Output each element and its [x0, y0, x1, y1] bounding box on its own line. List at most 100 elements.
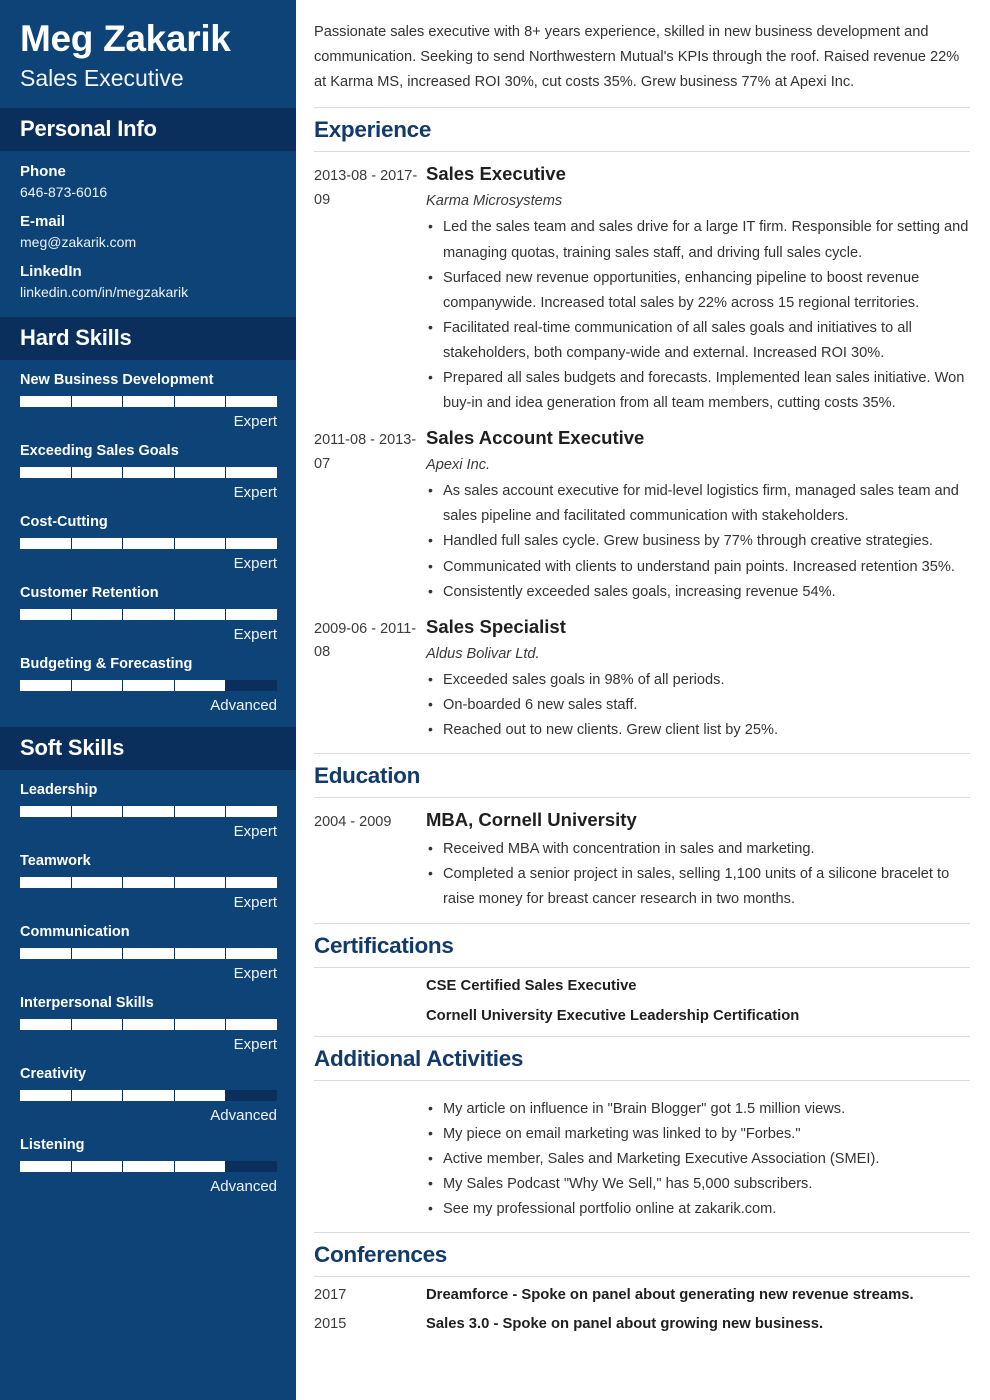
skill-level-label: Expert: [233, 555, 277, 573]
skill-bar-segment: [226, 1161, 277, 1173]
skill-bar-segment: [174, 1019, 226, 1031]
bullet-item: Handled full sales cycle. Grew business …: [426, 528, 970, 554]
bullet-item: Reached out to new clients. Grew client …: [426, 717, 970, 743]
skill-bar-segment: [174, 467, 226, 479]
skill-bar-segment: [226, 1090, 277, 1102]
skill-bar-segment: [174, 948, 226, 960]
contact-value[interactable]: 646-873-6016: [20, 184, 276, 200]
skill-item: Customer Retention Expert: [20, 585, 277, 643]
skill-name: Budgeting & Forecasting: [20, 656, 193, 673]
skill-bar-segment: [20, 538, 71, 550]
bullet-item: Facilitated real-time communication of a…: [426, 315, 970, 366]
skill-bar-segment: [174, 877, 226, 889]
entry-dates: 2009-06 - 2011-08: [314, 620, 417, 661]
entry-title: Sales Specialist: [426, 615, 566, 637]
certifications-section: Certifications CSE Certified Sales Execu…: [314, 922, 970, 1036]
skill-item: Interpersonal Skills Expert: [20, 995, 277, 1054]
job-title: Sales Executive: [20, 65, 184, 92]
additional-activities-section: Additional Activities My article on infl…: [314, 1035, 970, 1232]
skill-bar-segment: [174, 538, 226, 550]
entry-bullet-list: Received MBA with concentration in sales…: [426, 836, 970, 912]
skill-item: Creativity Advanced: [20, 1066, 277, 1125]
skill-level-bar: [20, 1161, 277, 1173]
skill-level-label: Expert: [233, 1036, 277, 1054]
experience-heading: Experience: [314, 108, 970, 153]
experience-entries: 2013-08 - 2017-09 Sales Executive Karma Mi…: [314, 152, 970, 753]
experience-section: Experience 2013-08 - 2017-09 Sales Execut…: [314, 107, 970, 753]
soft-skills-band: Soft Skills: [0, 727, 296, 771]
entry-title: MBA, Cornell University: [426, 809, 637, 831]
bullet-item: Exceeded sales goals in 98% of all perio…: [426, 667, 970, 693]
skill-bar-segment: [20, 1161, 71, 1173]
skill-bar-segment: [20, 1090, 71, 1102]
bullet-item: On-boarded 6 new sales staff.: [426, 692, 970, 718]
education-entries: 2004 - 2009 MBA, Cornell University Receiv…: [314, 798, 970, 922]
skill-name: Cost-Cutting: [20, 514, 108, 531]
resume-entry: 2004 - 2009 MBA, Cornell University Receiv…: [314, 808, 970, 912]
bullet-item: Completed a senior project in sales, sel…: [426, 861, 970, 912]
skill-bar-segment: [226, 1019, 277, 1031]
skill-bar-segment: [20, 680, 71, 692]
skill-bar-segment: [123, 877, 174, 889]
conference-description: Dreamforce - Spoke on panel about genera…: [426, 1287, 914, 1304]
bullet-item: Consistently exceeded sales goals, incre…: [426, 579, 970, 605]
bullet-item: My piece on email marketing was linked t…: [426, 1121, 970, 1147]
skill-bar-segment: [226, 538, 277, 550]
skill-bar-segment: [226, 680, 277, 692]
skill-bar-segment: [226, 948, 277, 960]
skill-bar-segment: [71, 948, 123, 960]
contact-item: Phone 646-873-6016: [20, 163, 276, 200]
bullet-item: My article on influence in "Brain Blogge…: [426, 1096, 970, 1122]
entry-dates-spacer: [314, 1091, 426, 1222]
skill-bar-segment: [174, 1090, 226, 1102]
skill-name: Leadership: [20, 782, 98, 799]
skill-name: New Business Development: [20, 372, 214, 389]
skill-bar-segment: [226, 877, 277, 889]
entry-body: Sales Account Executive Apexi Inc. As sale…: [426, 426, 970, 605]
page-title: Meg Zakarik: [20, 18, 231, 59]
skill-bar-segment: [123, 680, 174, 692]
entry-organization: Karma Microsystems: [426, 193, 563, 210]
main-content: Passionate sales executive with 8+ years…: [296, 0, 990, 1400]
skill-name: Teamwork: [20, 853, 91, 870]
skill-bar-segment: [123, 1019, 174, 1031]
skill-name: Listening: [20, 1137, 85, 1154]
skill-bar-segment: [20, 877, 71, 889]
skill-bar-segment: [20, 609, 71, 621]
entry-body: CSE Certified Sales Executive Cornell Uni…: [426, 978, 970, 1026]
skill-level-label: Advanced: [210, 1107, 277, 1125]
bullet-item: Received MBA with concentration in sales…: [426, 836, 970, 862]
entry-bullet-list: As sales account executive for mid-level…: [426, 478, 970, 605]
skill-name: Communication: [20, 924, 130, 941]
skill-bar-segment: [71, 877, 123, 889]
contact-value[interactable]: meg@zakarik.com: [20, 234, 276, 250]
skill-bar-segment: [123, 609, 174, 621]
resume-entry: 2009-06 - 2011-08 Sales Specialist Aldus B…: [314, 615, 970, 743]
personal-info-list: Phone 646-873-6016 E-mail meg@zakarik.com Li…: [0, 151, 296, 317]
skill-level-label: Expert: [233, 484, 277, 502]
certification-item: CSE Certified Sales Executive: [426, 977, 637, 994]
contact-value[interactable]: linkedin.com/in/megzakarik: [20, 284, 276, 300]
skill-bar-segment: [71, 680, 123, 692]
skill-level-label: Expert: [233, 965, 277, 983]
skill-level-bar: [20, 806, 277, 818]
skill-level-bar: [20, 680, 277, 692]
activities-bullet-list: My article on influence in "Brain Blogge…: [426, 1096, 970, 1222]
contact-item: E-mail meg@zakarik.com: [20, 213, 276, 250]
skill-level-label: Expert: [233, 823, 277, 841]
skill-level-label: Expert: [233, 413, 277, 431]
soft-skills-list: Leadership Expert Teamwork Expert Communicat…: [0, 770, 296, 1195]
skill-level-bar: [20, 538, 277, 550]
conference-row: 2017 Dreamforce - Spoke on panel about ge…: [314, 1287, 970, 1303]
resume-entry: My article on influence in "Brain Blogge…: [314, 1091, 970, 1222]
skill-bar-segment: [71, 806, 123, 818]
skill-item: Listening Advanced: [20, 1137, 277, 1195]
resume-entry: CSE Certified Sales Executive Cornell Uni…: [314, 978, 970, 1026]
certifications-list: CSE Certified Sales Executive Cornell Uni…: [314, 968, 970, 1036]
bullet-item: My Sales Podcast "Why We Sell," has 5,00…: [426, 1171, 970, 1197]
skill-name: Interpersonal Skills: [20, 995, 154, 1012]
skill-name: Creativity: [20, 1066, 87, 1083]
entry-bullet-list: Exceeded sales goals in 98% of all perio…: [426, 667, 970, 743]
entry-title: Sales Executive: [426, 163, 566, 185]
skill-name: Customer Retention: [20, 585, 159, 602]
